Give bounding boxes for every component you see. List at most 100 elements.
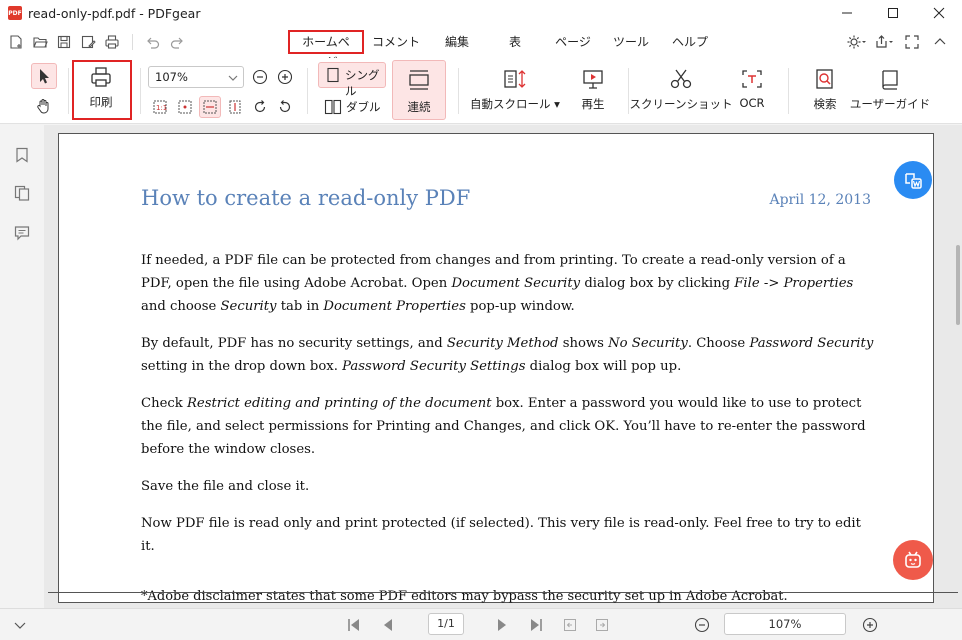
fit-height-button[interactable] xyxy=(225,97,245,117)
single-label: シングル xyxy=(345,68,380,98)
first-page-button[interactable] xyxy=(344,615,364,635)
hand-tool-button[interactable] xyxy=(34,96,54,116)
auto-scroll-icon xyxy=(504,70,526,88)
rotate-clockwise-button[interactable] xyxy=(250,97,270,117)
previous-page-icon xyxy=(384,619,392,631)
zoom-select[interactable]: 107% xyxy=(148,66,244,88)
user-guide-button[interactable]: ユーザーガイド xyxy=(849,68,931,112)
fit-width-icon xyxy=(203,100,217,114)
close-button[interactable] xyxy=(916,0,962,26)
menu-bar: ホームページ コメント 編集 表 ページ ツール ヘルプ xyxy=(0,26,962,69)
play-button[interactable]: 再生 xyxy=(570,68,616,112)
double-page-button[interactable]: ダブル xyxy=(322,96,388,118)
quick-print-button[interactable] xyxy=(102,32,122,52)
history-back-button[interactable] xyxy=(560,615,580,635)
zoom-out-button[interactable] xyxy=(250,67,270,87)
minimize-button[interactable] xyxy=(824,0,870,26)
save-icon xyxy=(57,35,71,49)
open-folder-icon xyxy=(33,37,48,48)
tab-comment[interactable]: コメント xyxy=(364,30,428,54)
save-as-button[interactable] xyxy=(78,32,98,52)
document-date: April 12, 2013 xyxy=(769,192,871,208)
tab-page[interactable]: ページ xyxy=(544,30,602,54)
status-zoom-out-button[interactable] xyxy=(692,615,712,635)
print-icon xyxy=(105,35,119,49)
pdf-page: How to create a read-only PDF April 12, … xyxy=(58,133,934,604)
chevron-down-icon xyxy=(228,75,238,81)
undo-icon xyxy=(147,37,160,49)
previous-page-button[interactable] xyxy=(378,615,398,635)
scrollbar-thumb[interactable] xyxy=(956,245,960,325)
separator xyxy=(68,68,69,114)
thumbnails-button[interactable] xyxy=(12,183,32,203)
close-icon xyxy=(933,7,945,19)
new-file-icon xyxy=(10,35,22,49)
bookmarks-button[interactable] xyxy=(12,145,32,165)
separator xyxy=(307,68,308,114)
history-back-icon xyxy=(564,619,576,631)
zoom-out-icon xyxy=(252,69,268,85)
document-body: If needed, a PDF file can be protected f… xyxy=(141,249,876,572)
tab-home[interactable]: ホームページ xyxy=(288,30,364,69)
comments-panel-button[interactable] xyxy=(12,223,32,243)
quick-access-toolbar xyxy=(6,32,187,52)
fit-height-icon xyxy=(229,100,241,114)
save-button[interactable] xyxy=(54,32,74,52)
user-guide-label: ユーザーガイド xyxy=(849,97,931,111)
vertical-scrollbar[interactable] xyxy=(952,125,962,608)
status-zoom-field[interactable]: 107% xyxy=(724,613,846,635)
expand-sidebar-button[interactable] xyxy=(10,615,30,635)
select-tool-button[interactable] xyxy=(31,63,57,89)
open-folder-button[interactable] xyxy=(30,32,50,52)
single-page-button[interactable]: シングル xyxy=(318,62,386,98)
screenshot-button[interactable]: スクリーンショット xyxy=(630,68,732,112)
undo-button[interactable] xyxy=(143,32,163,52)
maximize-icon xyxy=(888,8,898,18)
tab-help[interactable]: ヘルプ xyxy=(660,30,720,54)
actual-size-button[interactable]: 1:1 xyxy=(150,97,170,117)
continuous-mode-button[interactable]: 連続 xyxy=(392,60,446,120)
zoom-out-icon xyxy=(694,617,710,633)
maximize-button[interactable] xyxy=(870,0,916,26)
ocr-icon xyxy=(742,70,762,88)
left-sidebar xyxy=(0,125,44,608)
separator xyxy=(132,34,133,50)
hand-icon xyxy=(37,99,49,114)
last-page-button[interactable] xyxy=(526,615,546,635)
zoom-in-icon xyxy=(277,69,293,85)
redo-button[interactable] xyxy=(167,32,187,52)
convert-word-icon xyxy=(905,173,922,189)
collapse-ribbon-button[interactable] xyxy=(930,32,950,52)
robot-icon xyxy=(905,551,921,568)
share-button[interactable] xyxy=(874,32,894,52)
tab-edit[interactable]: 編集 xyxy=(428,30,486,54)
tab-table[interactable]: 表 xyxy=(486,30,544,54)
minimize-icon xyxy=(842,12,852,14)
convert-to-word-button[interactable] xyxy=(894,161,932,199)
tab-tools[interactable]: ツール xyxy=(602,30,660,54)
history-forward-button[interactable] xyxy=(592,615,612,635)
app-logo: PDF xyxy=(8,6,22,20)
page-number-input[interactable]: 1/1 xyxy=(428,613,464,635)
document-viewport[interactable]: How to create a read-only PDF April 12, … xyxy=(44,125,962,608)
theme-button[interactable] xyxy=(846,32,866,52)
search-button[interactable]: 検索 xyxy=(804,68,846,112)
fit-page-button[interactable] xyxy=(175,97,195,117)
search-label: 検索 xyxy=(813,97,837,111)
status-zoom-in-button[interactable] xyxy=(860,615,880,635)
paragraph: By default, PDF has no security settings… xyxy=(141,336,874,374)
fullscreen-button[interactable] xyxy=(902,32,922,52)
history-forward-icon xyxy=(596,619,608,631)
new-file-button[interactable] xyxy=(6,32,26,52)
next-page-button[interactable] xyxy=(492,615,512,635)
ocr-button[interactable]: OCR xyxy=(732,68,772,110)
fit-width-button[interactable] xyxy=(199,96,221,118)
rotate-counterclockwise-button[interactable] xyxy=(275,97,295,117)
ai-assistant-button[interactable] xyxy=(893,540,933,580)
ocr-label: OCR xyxy=(739,96,765,110)
paragraph: If needed, a PDF file can be protected f… xyxy=(141,253,854,314)
auto-scroll-button[interactable]: 自動スクロール ▾ xyxy=(470,68,560,112)
document-title: How to create a read-only PDF xyxy=(141,186,471,210)
cursor-icon xyxy=(40,69,49,84)
zoom-in-button[interactable] xyxy=(275,67,295,87)
